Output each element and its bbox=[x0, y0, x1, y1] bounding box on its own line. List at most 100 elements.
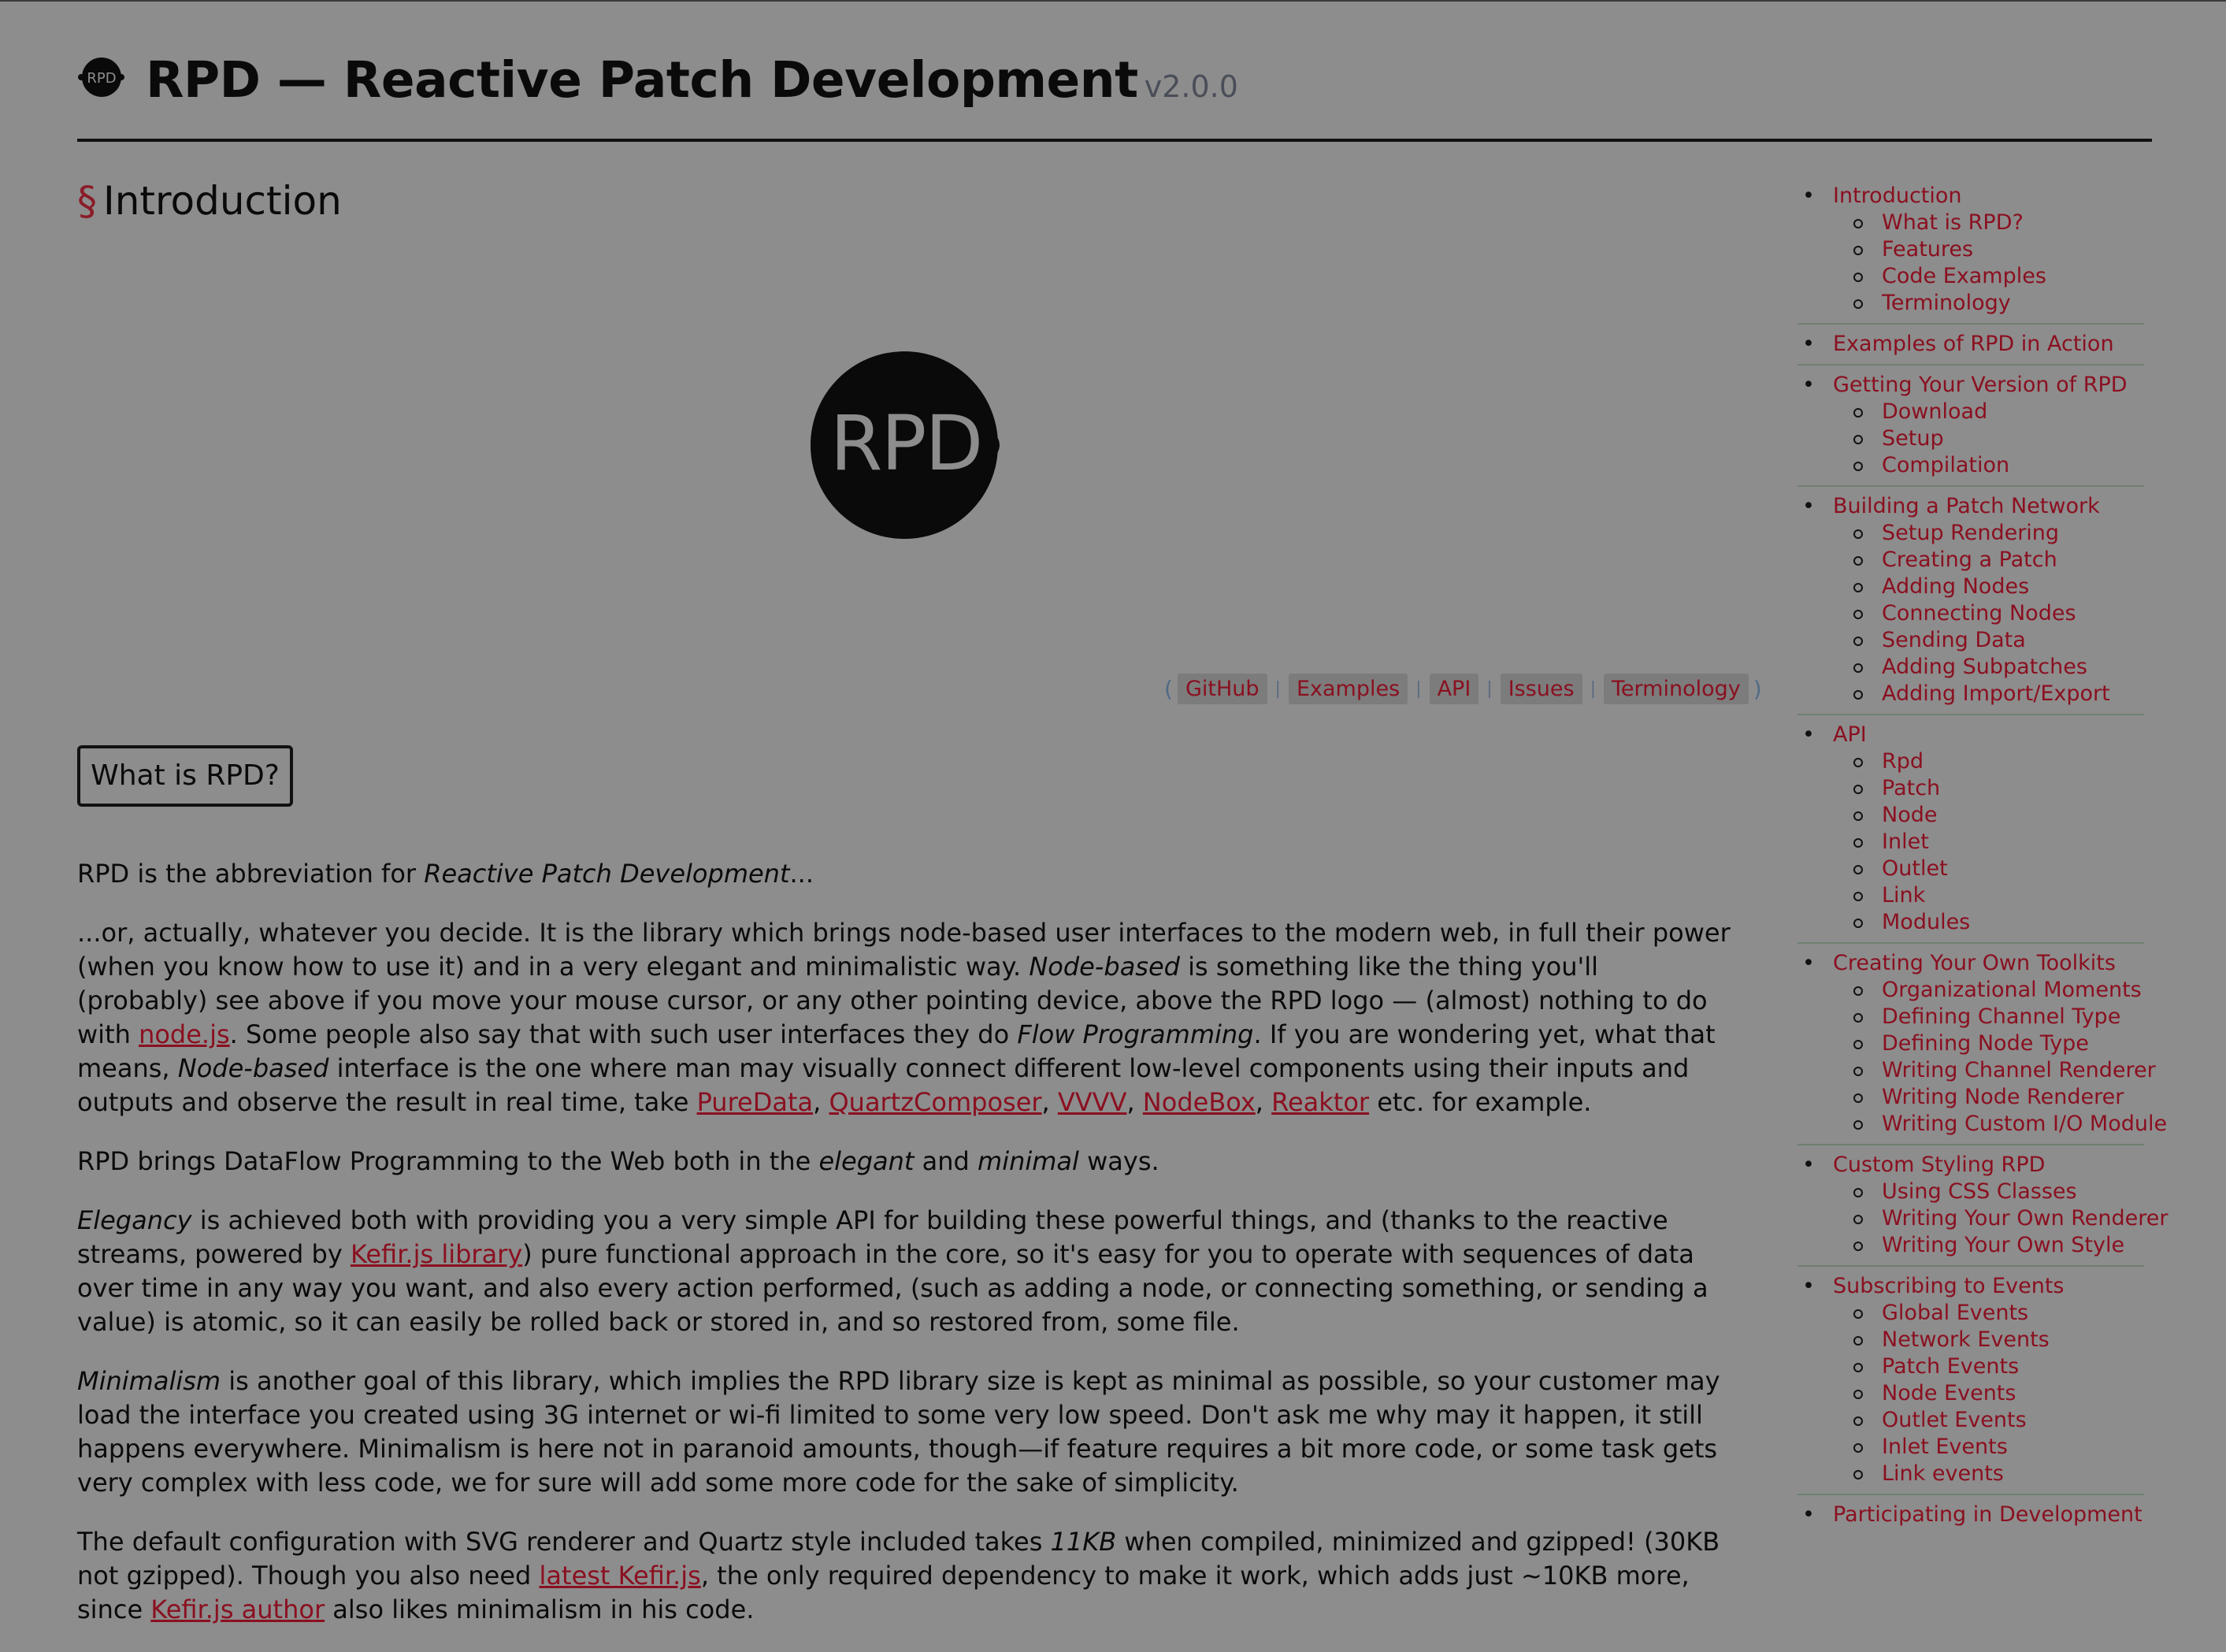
toc-subitem[interactable]: Setup Rendering bbox=[1797, 520, 2144, 547]
toc-subitem[interactable]: Inlet Events bbox=[1797, 1434, 2144, 1461]
toc-item[interactable]: Creating Your Own Toolkits bbox=[1797, 950, 2144, 977]
emphasis: Reactive Patch Development bbox=[424, 859, 790, 889]
toc-subitem[interactable]: Rpd bbox=[1797, 748, 2144, 775]
text-span: , bbox=[1126, 1087, 1143, 1117]
toc-subitem[interactable]: Code Examples bbox=[1797, 263, 2144, 290]
table-of-contents: IntroductionWhat is RPD?FeaturesCode Exa… bbox=[1797, 183, 2168, 1541]
rpd-logo-icon[interactable]: RPD bbox=[77, 57, 124, 98]
text-span: , bbox=[813, 1087, 829, 1117]
toc-subitem[interactable]: Writing Your Own Style bbox=[1797, 1232, 2144, 1259]
emphasis: Node-based bbox=[177, 1053, 329, 1083]
toc-subitem[interactable]: Creating a Patch bbox=[1797, 547, 2144, 574]
toc-subitem[interactable]: Modules bbox=[1797, 909, 2144, 936]
toc-item[interactable]: Getting Your Version of RPD bbox=[1797, 372, 2144, 399]
toc-subitem[interactable]: Adding Subpatches bbox=[1797, 654, 2144, 681]
toc-subitem[interactable]: Adding Nodes bbox=[1797, 574, 2144, 600]
links-separator: | bbox=[1486, 678, 1493, 699]
toc-group: Building a Patch NetworkSetup RenderingC… bbox=[1797, 493, 2144, 715]
intro-body: RPD is the abbreviation for Reactive Pat… bbox=[77, 857, 1731, 1652]
toc-item[interactable]: Participating in Development bbox=[1797, 1502, 2144, 1528]
toc-subitem[interactable]: Terminology bbox=[1797, 290, 2144, 317]
toc-item[interactable]: Building a Patch Network bbox=[1797, 493, 2144, 520]
link-latest-kefir[interactable]: latest Kefir.js bbox=[540, 1561, 701, 1591]
text-span: ways. bbox=[1078, 1146, 1159, 1176]
page-title-text: RPD — Reactive Patch Development bbox=[146, 51, 1138, 109]
toc-subitem[interactable]: Inlet bbox=[1797, 829, 2144, 856]
emphasis: 11KB bbox=[1050, 1527, 1117, 1557]
toc-item[interactable]: Custom Styling RPD bbox=[1797, 1152, 2144, 1179]
toc-subitem[interactable]: Global Events bbox=[1797, 1300, 2144, 1327]
link-vvvv[interactable]: VVVV bbox=[1058, 1087, 1127, 1117]
paragraph-2: ...or, actually, whatever you decide. It… bbox=[77, 916, 1731, 1119]
toc-subitem[interactable]: Writing Node Renderer bbox=[1797, 1084, 2144, 1111]
emphasis: Minimalism bbox=[77, 1366, 221, 1396]
toc-subitem[interactable]: Connecting Nodes bbox=[1797, 600, 2144, 627]
paragraph-5: Minimalism is another goal of this libra… bbox=[77, 1364, 1731, 1500]
link-github[interactable]: GitHub bbox=[1177, 673, 1267, 704]
link-reaktor[interactable]: Reaktor bbox=[1271, 1087, 1369, 1117]
toc-subitem[interactable]: Patch Events bbox=[1797, 1353, 2144, 1380]
link-nodejs[interactable]: node.js bbox=[139, 1019, 230, 1049]
text-span: etc. for example. bbox=[1369, 1087, 1592, 1117]
toc-group: Participating in Development bbox=[1797, 1502, 2144, 1535]
small-logo-text: RPD bbox=[87, 70, 116, 87]
toc-subitem[interactable]: Compilation bbox=[1797, 452, 2144, 479]
toc-subitem[interactable]: Setup bbox=[1797, 425, 2144, 452]
toc-subitem[interactable]: Adding Import/Export bbox=[1797, 681, 2144, 707]
toc-item[interactable]: Subscribing to Events bbox=[1797, 1273, 2144, 1300]
toc-subitem[interactable]: Writing Custom I/O Module bbox=[1797, 1111, 2167, 1138]
link-terminology[interactable]: Terminology bbox=[1604, 673, 1749, 704]
toc-subitem[interactable]: Defining Channel Type bbox=[1797, 1004, 2144, 1030]
toc-subitem[interactable]: Defining Node Type bbox=[1797, 1030, 2144, 1057]
toc-subitem[interactable]: Download bbox=[1797, 399, 2144, 425]
link-kefir-library[interactable]: Kefir.js library bbox=[351, 1239, 522, 1269]
toc-subitem[interactable]: Patch bbox=[1797, 775, 2144, 802]
toc-subitem[interactable]: Organizational Moments bbox=[1797, 977, 2144, 1004]
toc-subitem[interactable]: Link events bbox=[1797, 1461, 2144, 1487]
page-title: RPD — Reactive Patch Development v2.0.0 bbox=[146, 47, 1238, 120]
text-span: RPD is the abbreviation for bbox=[77, 859, 425, 889]
toc-subitem[interactable]: Outlet bbox=[1797, 856, 2144, 882]
toc-subitem[interactable]: What is RPD? bbox=[1797, 210, 2144, 236]
links-open-paren: ( bbox=[1164, 675, 1173, 702]
link-nodebox[interactable]: NodeBox bbox=[1143, 1087, 1256, 1117]
toc-group: Getting Your Version of RPDDownloadSetup… bbox=[1797, 372, 2144, 487]
text-span: . Some people also say that with such us… bbox=[229, 1019, 1018, 1049]
text-span: , bbox=[1041, 1087, 1058, 1117]
toc-group: APIRpdPatchNodeInletOutletLinkModules bbox=[1797, 722, 2144, 944]
toc-item[interactable]: API bbox=[1797, 722, 2144, 748]
toc-group: Custom Styling RPDUsing CSS ClassesWriti… bbox=[1797, 1152, 2168, 1267]
paragraph-6: The default configuration with SVG rende… bbox=[77, 1525, 1731, 1627]
links-separator: | bbox=[1590, 678, 1597, 699]
toc-item[interactable]: Introduction bbox=[1797, 183, 2144, 210]
toc-subitem[interactable]: Node Events bbox=[1797, 1380, 2144, 1407]
link-puredata[interactable]: PureData bbox=[697, 1087, 814, 1117]
section-heading-text: Introduction bbox=[103, 178, 342, 224]
link-issues[interactable]: Issues bbox=[1500, 673, 1582, 704]
link-quartzcomposer[interactable]: QuartzComposer bbox=[829, 1087, 1041, 1117]
toc-subitem[interactable]: Node bbox=[1797, 802, 2144, 829]
window-top-border bbox=[0, 0, 2226, 2]
toc-subitem[interactable]: Outlet Events bbox=[1797, 1407, 2144, 1434]
version-label: v2.0.0 bbox=[1144, 69, 1238, 104]
toc-subitem[interactable]: Writing Your Own Renderer bbox=[1797, 1205, 2168, 1232]
toc-subitem[interactable]: Link bbox=[1797, 882, 2144, 909]
toc-subitem[interactable]: Writing Channel Renderer bbox=[1797, 1057, 2156, 1084]
section-anchor-link[interactable]: § bbox=[77, 178, 97, 224]
link-api[interactable]: API bbox=[1429, 673, 1479, 704]
toc-group: Creating Your Own ToolkitsOrganizational… bbox=[1797, 950, 2167, 1145]
toc-subitem[interactable]: Network Events bbox=[1797, 1327, 2144, 1353]
links-separator: | bbox=[1274, 678, 1281, 699]
toc-group: Examples of RPD in Action bbox=[1797, 331, 2144, 366]
text-span: ... bbox=[789, 859, 814, 889]
hero-logo-text: RPD bbox=[830, 399, 982, 488]
toc-item[interactable]: Examples of RPD in Action bbox=[1797, 331, 2144, 358]
link-kefir-author[interactable]: Kefir.js author bbox=[150, 1594, 325, 1624]
toc-subitem[interactable]: Using CSS Classes bbox=[1797, 1179, 2144, 1205]
toc-group: IntroductionWhat is RPD?FeaturesCode Exa… bbox=[1797, 183, 2144, 325]
toc-subitem[interactable]: Features bbox=[1797, 236, 2144, 263]
hero-rpd-logo[interactable]: RPD bbox=[786, 340, 1085, 545]
paragraph-3: RPD brings DataFlow Programming to the W… bbox=[77, 1145, 1731, 1179]
toc-subitem[interactable]: Sending Data bbox=[1797, 627, 2144, 654]
link-examples[interactable]: Examples bbox=[1288, 673, 1408, 704]
